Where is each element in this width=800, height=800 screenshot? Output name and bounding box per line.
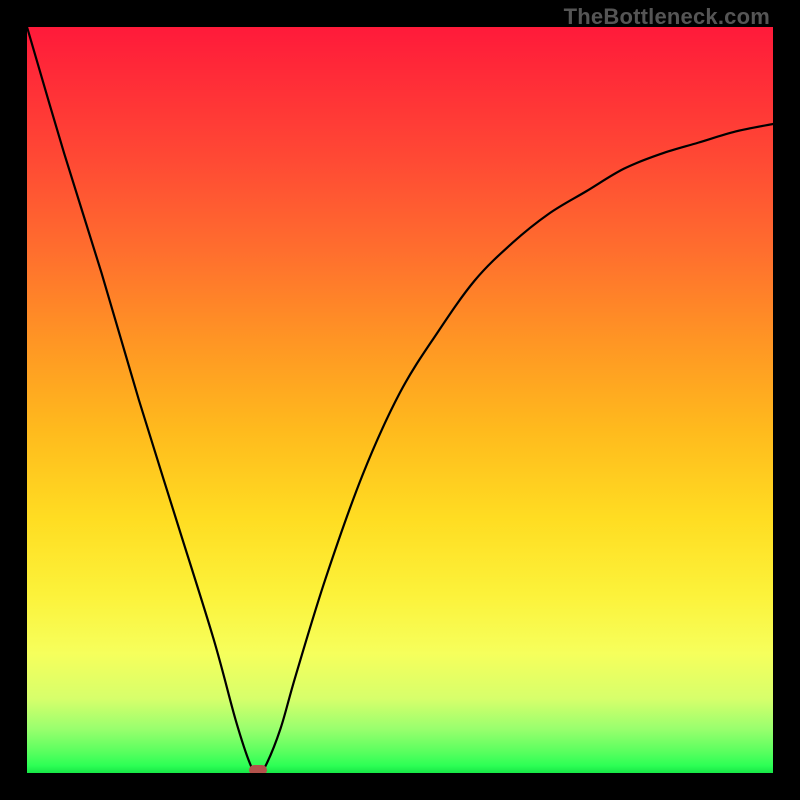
bottleneck-curve xyxy=(27,27,773,773)
curve-svg xyxy=(27,27,773,773)
chart-frame: TheBottleneck.com xyxy=(0,0,800,800)
plot-area xyxy=(27,27,773,773)
